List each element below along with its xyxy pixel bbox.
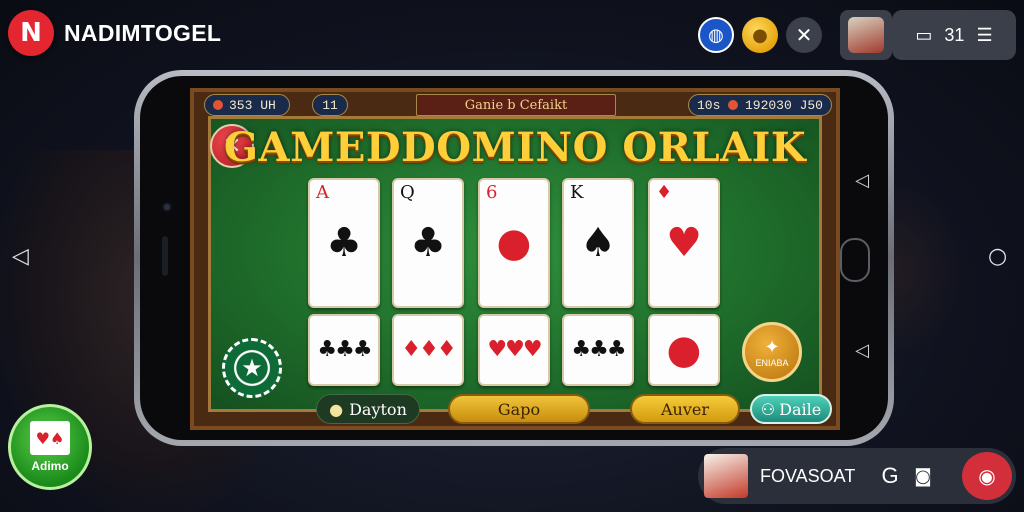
bottom-profile-pill[interactable]: FOVASOAT G ◙ ◉: [698, 448, 1016, 504]
card-10[interactable]: ●: [648, 314, 720, 386]
dayton-label: Dayton: [349, 399, 407, 419]
card-rank: Q: [400, 182, 415, 203]
card-3[interactable]: 6 ●: [478, 178, 550, 308]
top-title-banner: Ganie b Cefaikt: [416, 94, 616, 116]
profile-name: FOVASOAT: [760, 465, 856, 486]
menu-pill[interactable]: ▭ 31 ☰: [892, 10, 1016, 60]
camera-icon: [162, 202, 172, 212]
brand-name: NADIMTOGEL: [64, 19, 222, 46]
score-value: 192030 J50: [744, 97, 823, 113]
coin-dot-icon: [213, 100, 223, 110]
chip-icon: ●: [496, 220, 532, 266]
heart-icon: ♥: [666, 220, 702, 266]
phone-frame: ◁ ◁ 353 UH 11 Ganie b Cefaikt 10s 192030…: [134, 70, 894, 446]
speaker: [162, 236, 168, 276]
club-pips: ♣♣♣: [317, 337, 372, 362]
balance-display: 353 UH: [204, 94, 290, 116]
app-badge-label: Adimo: [31, 459, 69, 473]
card-6[interactable]: ♣♣♣: [308, 314, 380, 386]
balance-value: 353 UH: [229, 97, 276, 113]
level-display: 11: [312, 94, 348, 116]
spade-icon: ♠: [580, 220, 616, 266]
brand-logo: N: [8, 10, 54, 56]
club-icon: ♣: [326, 220, 362, 266]
brand[interactable]: N NADIMTOGEL: [8, 10, 221, 56]
card-9[interactable]: ♣♣♣: [562, 314, 634, 386]
circle-nav-icon[interactable]: ○: [988, 244, 1007, 269]
chat-icon: ▭: [915, 24, 933, 45]
timer-value: 10s: [697, 97, 721, 113]
cards-icon: ♥♠: [30, 421, 70, 455]
card-5[interactable]: ♦ ♥: [648, 178, 720, 308]
home-button[interactable]: [840, 238, 870, 282]
back-nav-icon[interactable]: ◁: [850, 168, 874, 192]
avatar[interactable]: [840, 10, 892, 60]
recent-nav-icon[interactable]: ◁: [850, 338, 874, 362]
daile-label: Daile: [779, 399, 822, 419]
gapo-button[interactable]: Gapo: [448, 394, 590, 424]
close-icon[interactable]: ✕: [786, 17, 822, 53]
score-display: 10s 192030 J50: [688, 94, 832, 116]
card-7[interactable]: ♦♦♦: [392, 314, 464, 386]
coin-icon: ●: [329, 399, 344, 419]
card-2[interactable]: Q ♣: [392, 178, 464, 308]
left-nav-icon[interactable]: ◁: [12, 244, 29, 269]
card-4[interactable]: K ♠: [562, 178, 634, 308]
camera-button-icon[interactable]: ◙: [908, 466, 938, 487]
globe-icon[interactable]: ◍: [698, 17, 734, 53]
game-title: GAMEDDOMINO ORLAIK: [223, 124, 807, 171]
score-dot-icon: [727, 100, 738, 110]
person-icon: ⚇: [760, 399, 776, 419]
diamond-icon: ♦: [656, 182, 673, 203]
card-rank: K: [570, 182, 584, 203]
profile-thumbnail: [704, 454, 748, 498]
diamond-pips: ♦♦♦: [401, 337, 456, 362]
club-pips: ♣♣♣: [571, 337, 626, 362]
heart-pips: ♥♥♥: [487, 337, 542, 362]
star-chip-icon[interactable]: ★: [222, 338, 282, 398]
auver-button[interactable]: Auver: [630, 394, 740, 424]
game-screen: 353 UH 11 Ganie b Cefaikt 10s 192030 J50…: [190, 88, 840, 430]
g-button[interactable]: G: [872, 463, 908, 489]
gold-chip[interactable]: ✦ ENIABA: [742, 322, 802, 382]
card-rank: 6: [486, 182, 498, 203]
gold-chip-label: ENIABA: [755, 357, 789, 368]
card-1[interactable]: A ♣: [308, 178, 380, 308]
club-icon: ♣: [410, 220, 446, 266]
dayton-button[interactable]: ● Dayton: [316, 394, 420, 424]
card-rank: A: [316, 182, 329, 203]
daile-button[interactable]: ⚇ Daile: [750, 394, 832, 424]
gold-chip-icon: ✦: [764, 336, 780, 357]
record-icon[interactable]: ◉: [962, 452, 1012, 500]
menu-pill-count: 31: [944, 24, 965, 45]
coin-icon[interactable]: ●: [742, 17, 778, 53]
chip-stack-icon: ●: [666, 327, 702, 373]
hamburger-icon: ☰: [976, 24, 993, 45]
card-8[interactable]: ♥♥♥: [478, 314, 550, 386]
app-badge[interactable]: ♥♠ Adimo: [8, 404, 92, 490]
